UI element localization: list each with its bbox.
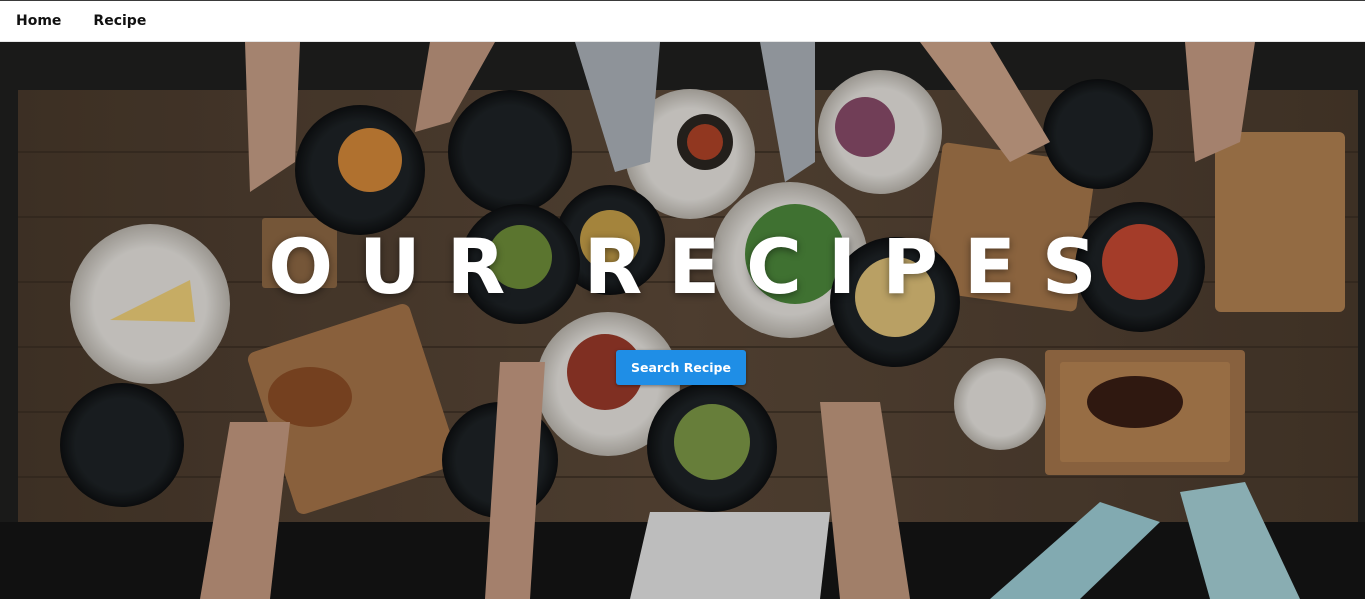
top-navbar: Home Recipe xyxy=(0,0,1365,42)
hero-dim-overlay xyxy=(0,42,1365,599)
nav-link-home[interactable]: Home xyxy=(16,13,61,29)
hero-section: OUR RECIPES Search Recipe xyxy=(0,42,1365,599)
nav-link-recipe[interactable]: Recipe xyxy=(93,13,146,29)
hero-title: OUR RECIPES xyxy=(268,222,1123,311)
search-recipe-button[interactable]: Search Recipe xyxy=(616,350,746,385)
